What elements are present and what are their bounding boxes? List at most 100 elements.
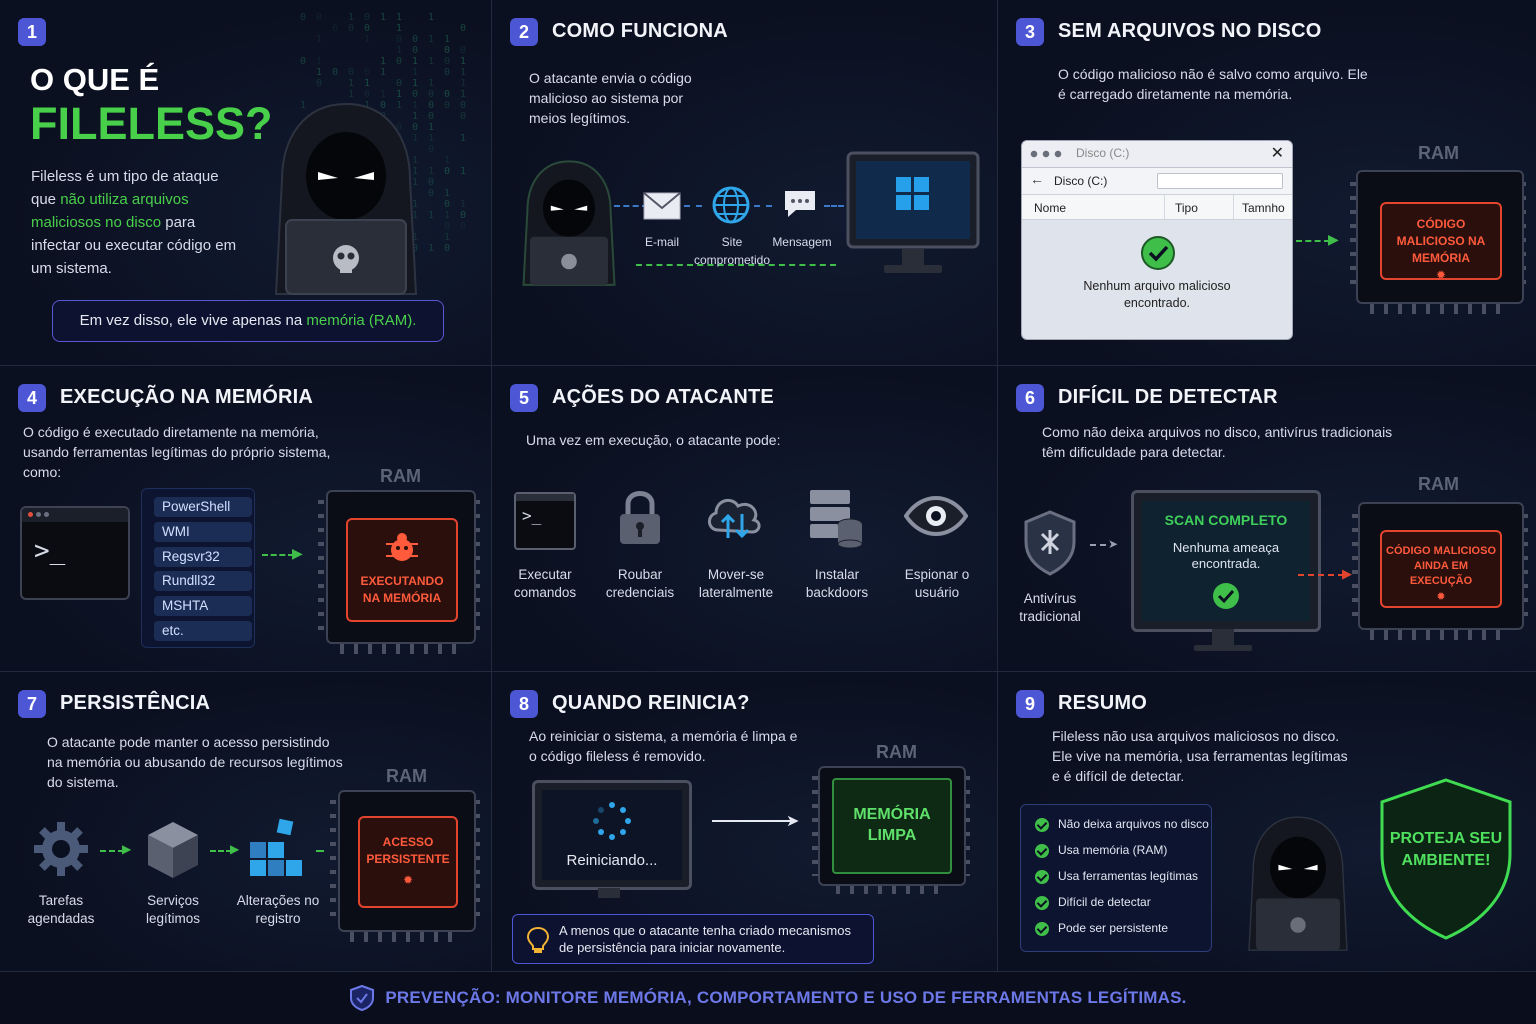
- persistence-label: Serviços legítimos: [128, 892, 218, 928]
- svg-text:1: 1: [428, 78, 434, 89]
- bug-icon: ✹: [1382, 589, 1500, 606]
- ram-chip-alert: ACESSO PERSISTENTE ✹: [358, 816, 458, 908]
- window-title: Disco (C:): [1076, 146, 1129, 160]
- action-label: Executar comandos: [503, 566, 587, 602]
- check-icon: [1035, 870, 1049, 884]
- arrow-head-icon: ▶: [292, 545, 303, 562]
- panel-what-is-fileless: 1 00101010001110111010101101100100110011…: [0, 0, 492, 366]
- svg-text:0: 0: [460, 210, 466, 221]
- channel-label-email: E-mail: [632, 233, 692, 251]
- svg-text:0: 0: [444, 67, 450, 78]
- action-label: Mover-se lateralmente: [688, 566, 784, 602]
- antivirus-label: Antivírus tradicional: [1008, 590, 1092, 626]
- ram-callout: Em vez disso, ele vive apenas na memória…: [52, 300, 444, 342]
- panel-number: 6: [1016, 384, 1044, 412]
- svg-text:1: 1: [428, 56, 434, 67]
- svg-text:1: 1: [460, 133, 466, 144]
- panel-number: 2: [510, 18, 538, 46]
- svg-text:1: 1: [396, 12, 402, 23]
- svg-text:1: 1: [380, 56, 386, 67]
- svg-text:1: 1: [412, 56, 418, 67]
- ram-chip-alert: CÓDIGO MALICIOSO NA MEMÓRIA ✹: [1380, 202, 1502, 280]
- panel-number: 5: [510, 384, 538, 412]
- check-icon: [1035, 922, 1049, 936]
- panel-description: O código é executado diretamente na memó…: [23, 422, 353, 482]
- cube-icon: [146, 820, 200, 880]
- address-bar: ← Disco (C:): [1022, 168, 1292, 195]
- panel-description: Fileless não usa arquivos maliciosos no …: [1052, 726, 1352, 786]
- svg-text:1: 1: [460, 199, 466, 210]
- svg-text:1: 1: [348, 12, 354, 23]
- svg-text:0: 0: [364, 12, 370, 23]
- window-control-dots: [1030, 150, 1064, 158]
- column-type[interactable]: Tipo: [1165, 195, 1234, 219]
- summary-checklist: Não deixa arquivos no disco Usa memória …: [1020, 804, 1212, 952]
- svg-text:0: 0: [460, 111, 466, 122]
- panel-memory-execution: 4 EXECUÇÃO NA MEMÓRIA O código é executa…: [0, 366, 492, 672]
- svg-text:1: 1: [396, 45, 402, 56]
- restart-text: Reiniciando...: [542, 852, 682, 869]
- path-search-input[interactable]: [1157, 173, 1283, 189]
- channel-label-site: Site comprometido: [687, 233, 777, 269]
- monitor-base: [1194, 645, 1252, 651]
- definition-text: Fileless é um tipo de ataque que não uti…: [31, 165, 246, 280]
- panel-description: Uma vez em execução, o atacante pode:: [526, 430, 826, 450]
- panel-number: 8: [510, 690, 538, 718]
- svg-text:1: 1: [364, 78, 370, 89]
- svg-text:0: 0: [348, 23, 354, 34]
- panel-grid: 1 00101010001110111010101101100100110011…: [0, 0, 1536, 972]
- arrow-head-icon: ▶: [122, 842, 131, 856]
- svg-text:1: 1: [348, 78, 354, 89]
- hooded-hacker-icon: [1228, 808, 1368, 958]
- column-size[interactable]: Tamnho: [1234, 195, 1285, 219]
- svg-text:1: 1: [380, 12, 386, 23]
- ram-label: RAM: [386, 766, 427, 787]
- svg-text:0: 0: [316, 78, 322, 89]
- svg-text:0: 0: [444, 45, 450, 56]
- protect-shield: PROTEJA SEU AMBIENTE!: [1378, 776, 1514, 942]
- panel-on-restart: 8 QUANDO REINICIA? Ao reiniciar o sistem…: [492, 672, 998, 972]
- close-icon[interactable]: ✕: [1271, 143, 1284, 163]
- svg-text:0: 0: [460, 100, 466, 111]
- back-arrow-icon[interactable]: ←: [1030, 171, 1044, 187]
- gear-icon: [32, 820, 90, 878]
- arrow-head-icon: ▶: [230, 842, 239, 856]
- panel-title: QUANDO REINICIA?: [552, 692, 750, 715]
- infographic: 1 00101010001110111010101101100100110011…: [0, 0, 1536, 1024]
- padlock-icon: [618, 488, 662, 546]
- panel-title: EXECUÇÃO NA MEMÓRIA: [60, 386, 313, 409]
- shield-icon: [349, 984, 375, 1012]
- panel-title: COMO FUNCIONA: [552, 20, 728, 43]
- tool-item: PowerShell: [154, 497, 252, 517]
- panel-summary: 9 RESUMO Fileless não usa arquivos malic…: [998, 672, 1536, 972]
- svg-text:0: 0: [364, 23, 370, 34]
- svg-text:1: 1: [460, 56, 466, 67]
- column-name[interactable]: Nome: [1022, 195, 1165, 219]
- arrow-head-icon: ➤: [786, 811, 799, 831]
- svg-text:1: 1: [380, 67, 386, 78]
- svg-text:0: 0: [316, 12, 322, 23]
- check-item: Usa ferramentas legítimas: [1035, 867, 1198, 885]
- svg-text:0: 0: [460, 45, 466, 56]
- svg-text:0: 0: [300, 12, 306, 23]
- footer-text: PREVENÇÃO: MONITORE MEMÓRIA, COMPORTAMEN…: [385, 988, 1186, 1008]
- windows-monitor-icon: [846, 151, 980, 279]
- check-item: Difícil de detectar: [1035, 893, 1151, 911]
- ram-label: RAM: [1418, 143, 1459, 164]
- ram-label: RAM: [876, 742, 917, 763]
- check-item: Pode ser persistente: [1035, 919, 1168, 937]
- panel-number: 1: [18, 18, 46, 46]
- tool-item: etc.: [154, 621, 252, 641]
- arrow-head-icon: ▶: [1328, 231, 1339, 248]
- svg-text:0: 0: [300, 56, 306, 67]
- svg-text:1: 1: [364, 34, 370, 45]
- svg-text:0: 0: [332, 23, 338, 34]
- footer-banner: PREVENÇÃO: MONITORE MEMÓRIA, COMPORTAMEN…: [0, 972, 1536, 1024]
- file-table-header: Nome Tipo Tamnho: [1022, 195, 1292, 220]
- panel-number: 7: [18, 690, 46, 718]
- persistence-label: Alterações no registro: [232, 892, 324, 928]
- monitor-stand: [1212, 629, 1234, 645]
- persistence-note: A menos que o atacante tenha criado meca…: [512, 914, 874, 964]
- panel-how-it-works: 2 COMO FUNCIONA O atacante envia o códig…: [492, 0, 998, 366]
- tools-list: PowerShell WMI Regsvr32 Rundll32 MSHTA e…: [141, 488, 255, 648]
